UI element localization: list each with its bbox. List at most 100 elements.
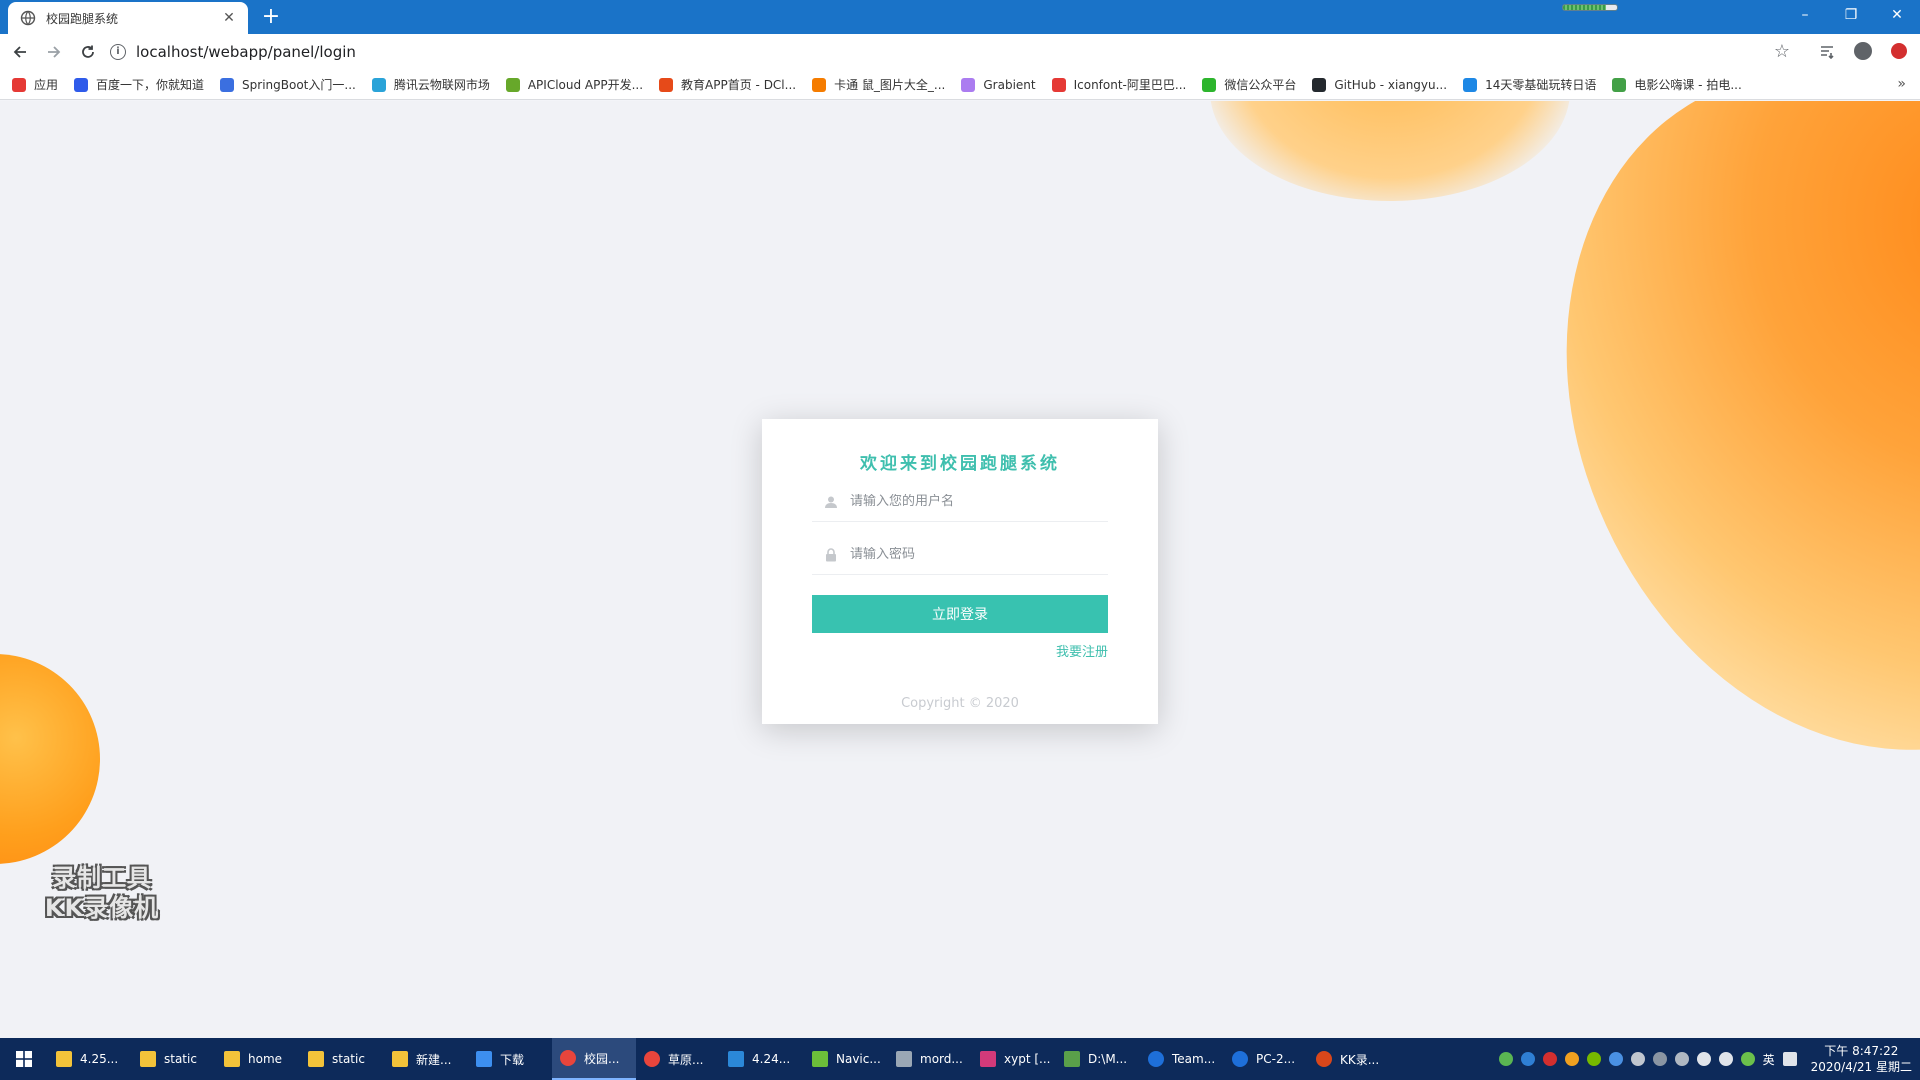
taskbar-item-label: home [248,1052,283,1066]
tab-title: 校园跑腿系统 [46,11,119,26]
extension-icon[interactable] [1886,38,1912,64]
tray-app-icon[interactable] [1564,1052,1579,1066]
taskbar-item[interactable]: 4.24... [720,1038,804,1080]
password-field[interactable] [812,535,1108,575]
sync-icon[interactable] [1652,1052,1667,1066]
kk-recorder-icon [1316,1051,1332,1067]
bookmark-item[interactable]: 14天零基础玩转日语 [1463,76,1596,93]
bookmarks-overflow-button[interactable]: » [1897,76,1906,92]
security-icon[interactable] [1542,1052,1557,1066]
taskbar-item[interactable]: xypt [... [972,1038,1056,1080]
taskbar-item[interactable]: Navic... [804,1038,888,1080]
windows-taskbar: 4.25... static home static 新建... 下载 校园... 草原...… [0,1038,1920,1080]
start-button[interactable] [0,1038,48,1080]
bookmarks-bar: 应用 百度一下，你就知道 SpringBoot入门一... 腾讯云物联网市场 APICl… [0,70,1920,100]
bookmark-item[interactable]: SpringBoot入门一... [220,76,356,93]
taskbar-item[interactable]: PC-2... [1224,1038,1308,1080]
username-field[interactable] [812,482,1108,522]
clock-date: 2020/4/21 星期二 [1810,1060,1912,1074]
bookmark-item[interactable]: GitHub - xiangyu... [1312,77,1447,92]
bookmark-item[interactable]: 应用 [12,76,58,93]
network-app-icon[interactable] [1520,1052,1535,1066]
taskbar-item[interactable]: KK录... [1308,1038,1392,1080]
taskbar-item[interactable]: Team... [1140,1038,1224,1080]
bookmark-item[interactable]: APICloud APP开发... [505,76,643,93]
teamviewer-icon [1232,1051,1248,1067]
apicloud-icon [505,77,520,92]
user-icon [824,495,838,509]
volume-icon[interactable] [1718,1052,1733,1066]
grabient-icon [961,77,976,92]
folder-icon [224,1051,240,1067]
input-method-icon[interactable] [1740,1052,1755,1066]
battery-icon[interactable] [1498,1052,1513,1066]
username-input[interactable] [850,494,1090,509]
restore-button[interactable]: ❐ [1828,0,1874,30]
nvidia-icon[interactable] [1586,1052,1601,1066]
windows-logo-icon [16,1051,32,1067]
taskbar-item-label: 新建... [416,1052,452,1067]
taskbar-item[interactable]: 4.25... [48,1038,132,1080]
close-window-button[interactable]: ✕ [1874,0,1920,30]
profile-avatar-icon[interactable] [1850,38,1876,64]
taskbar-item[interactable]: home [216,1038,300,1080]
taskbar-item[interactable]: 下载 [468,1038,552,1080]
folder-icon [140,1051,156,1067]
login-button[interactable]: 立即登录 [812,595,1108,633]
taskbar-item-label: 下载 [500,1052,525,1067]
bookmark-item[interactable]: 腾讯云物联网市场 [371,76,490,93]
taskbar-item[interactable]: 新建... [384,1038,468,1080]
ime-language[interactable]: 英 [1763,1051,1775,1068]
reload-button[interactable] [74,38,102,66]
password-input[interactable] [850,547,1090,562]
decor-blob-right [1485,101,1920,831]
bookmark-item[interactable]: 百度一下，你就知道 [74,76,204,93]
bookmark-label: 应用 [34,78,59,92]
bookmark-label: 电影公嗨课 - 拍电... [1634,78,1742,92]
taskbar-item[interactable]: static [132,1038,216,1080]
idea-icon [980,1051,996,1067]
bookmark-item[interactable]: Grabient [961,77,1036,92]
taskbar-item-label: KK录... [1340,1052,1380,1067]
bookmark-label: 14天零基础玩转日语 [1485,78,1597,92]
back-button[interactable] [6,38,34,66]
usb-icon[interactable] [1630,1052,1645,1066]
register-link[interactable]: 我要注册 [1056,641,1108,660]
iconfont-icon [1051,77,1066,92]
address-bar[interactable]: i localhost/webapp/panel/login ☆ [110,37,1790,67]
recorder-watermark: 录制工具 KK录像机 [32,863,172,923]
taskbar-item[interactable]: 草原... [636,1038,720,1080]
bookmark-item[interactable]: Iconfont-阿里巴巴... [1051,76,1187,93]
reading-list-icon[interactable] [1814,38,1840,64]
tab-active[interactable]: 校园跑腿系统 ✕ [8,2,248,34]
info-icon[interactable]: i [110,44,126,60]
lock-icon [824,547,838,562]
system-clock[interactable]: 下午 8:47:22 2020/4/21 星期二 [1811,1043,1912,1075]
wifi-icon[interactable] [1696,1052,1711,1066]
bookmark-label: Grabient [983,77,1036,92]
browser-tabstrip: 校园跑腿系统 ✕ + – ❐ ✕ [0,0,1920,34]
system-tray: 英 下午 8:47:22 2020/4/21 星期二 [1498,1038,1912,1080]
power-icon[interactable] [1674,1052,1689,1066]
minimize-button[interactable]: – [1782,0,1828,30]
forward-button[interactable] [40,38,68,66]
bookmark-item[interactable]: 教育APP首页 - DCl... [659,76,796,93]
apps-grid-icon [12,77,26,92]
bookmark-label: 卡通 鼠_图片大全_... [834,78,946,92]
keyboard-icon[interactable] [1782,1052,1797,1066]
taskbar-item[interactable]: mord... [888,1038,972,1080]
tab-close-icon[interactable]: ✕ [220,9,238,27]
taskbar-item[interactable]: D:\M... [1056,1038,1140,1080]
bookmark-star-icon[interactable]: ☆ [1774,41,1790,62]
bookmark-label: Iconfont-阿里巴巴... [1073,78,1187,92]
cloud-icon [371,77,386,92]
url-text[interactable]: localhost/webapp/panel/login [136,43,356,61]
new-tab-button[interactable]: + [260,6,282,29]
e-icon [1612,77,1627,92]
taskbar-item[interactable]: static [300,1038,384,1080]
bluetooth-icon[interactable] [1608,1052,1623,1066]
bookmark-item[interactable]: 微信公众平台 [1202,76,1296,93]
bookmark-item[interactable]: 卡通 鼠_图片大全_... [812,76,945,93]
taskbar-item[interactable]: 校园... [552,1038,636,1080]
bookmark-item[interactable]: 电影公嗨课 - 拍电... [1612,76,1742,93]
